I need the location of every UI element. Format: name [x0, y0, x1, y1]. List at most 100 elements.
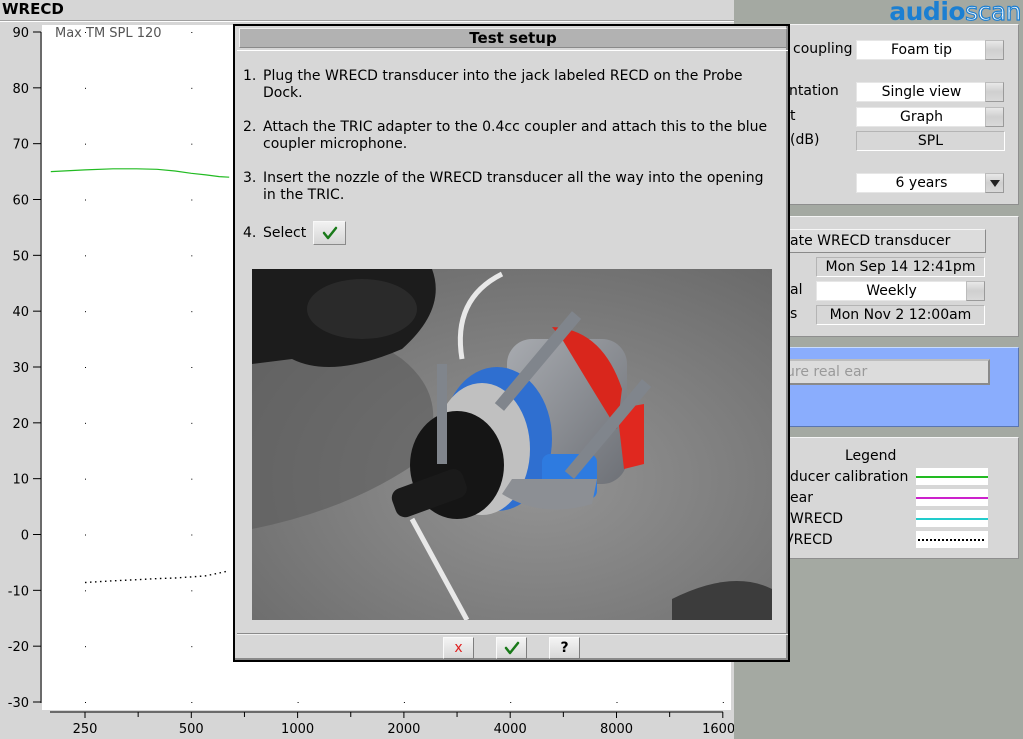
x-tick-label: 16000	[702, 722, 734, 737]
cancel-button[interactable]: x	[443, 637, 474, 659]
legend-swatch-calibration	[916, 468, 988, 485]
y-tick-label: 30	[12, 361, 29, 376]
next-due-label: s	[790, 306, 798, 322]
dialog-footer-separator	[237, 633, 788, 635]
grid-dot	[403, 702, 405, 703]
grid-dot	[191, 478, 193, 480]
grid-dot	[191, 422, 193, 424]
legend-label: ducer calibration	[790, 469, 909, 485]
plot-annotation: Max TM SPL 120	[55, 26, 162, 41]
format-select[interactable]: Graph	[856, 107, 987, 127]
x-tick-label: 500	[179, 722, 204, 737]
grid-dot	[85, 87, 86, 89]
coupling-label: coupling	[793, 41, 853, 57]
y-tick-label: -20	[8, 640, 29, 655]
grid-dot	[191, 87, 193, 89]
step-number: 1.	[243, 68, 257, 84]
format-label: t	[790, 108, 796, 124]
grid-dot	[191, 199, 193, 201]
inline-ok-button[interactable]	[313, 221, 346, 245]
grid-dot	[85, 143, 86, 145]
logo-part-audio: audio	[889, 0, 966, 26]
close-x-icon: x	[454, 640, 463, 656]
legend-swatch-measured-wrecd	[916, 510, 988, 527]
x-tick-label: 250	[73, 722, 98, 737]
legend-label: WRECD	[790, 511, 843, 527]
y-ticks: 90 80 70 60 50 40 30 20 10 0 -10 -20 -30	[8, 26, 41, 711]
dialog-title-separator	[237, 50, 788, 51]
help-question-icon: ?	[560, 640, 569, 656]
grid-dot	[297, 702, 299, 703]
legend-title: Legend	[845, 448, 897, 464]
grid-dot	[191, 534, 193, 536]
grid-dot	[191, 702, 193, 703]
x-tick-label: 1000	[281, 722, 314, 737]
coupling-select[interactable]: Foam tip	[856, 40, 987, 60]
checkmark-icon	[504, 641, 520, 655]
grid-dot	[616, 702, 618, 703]
step-number: 4.	[243, 225, 257, 241]
ok-button[interactable]	[496, 637, 527, 659]
interval-dropdown-button[interactable]	[966, 281, 985, 301]
step-2: 2. Attach the TRIC adapter to the 0.4cc …	[243, 119, 778, 153]
legend-label: VRECD	[784, 532, 833, 548]
grid-dot	[85, 646, 86, 648]
x-tick-label: 2000	[387, 722, 420, 737]
coupling-dropdown-button[interactable]	[985, 40, 1004, 60]
y-tick-label: 80	[12, 82, 29, 97]
grid-dot	[191, 255, 193, 257]
grid-dot	[85, 478, 86, 480]
y-tick-label: 10	[12, 473, 29, 488]
grid-dot	[85, 534, 86, 536]
scale-label: (dB)	[790, 132, 820, 148]
logo-part-scan: scan	[964, 0, 1022, 27]
y-tick-label: 50	[12, 249, 29, 264]
step-number: 3.	[243, 170, 257, 186]
grid-dot	[85, 590, 86, 592]
step-3: 3. Insert the nozzle of the WRECD transd…	[243, 170, 778, 204]
legend-swatch-average-wrecd	[916, 531, 988, 548]
x-tick-label: 4000	[494, 722, 527, 737]
orientation-dropdown-button[interactable]	[985, 82, 1004, 102]
x-ticks: 250 500 1000 2000 4000 8000 16000	[73, 712, 734, 737]
grid-dot	[510, 702, 512, 703]
age-dropdown-arrow-icon[interactable]	[985, 173, 1004, 193]
dialog-title: Test setup	[239, 28, 787, 48]
scale-value: SPL	[856, 131, 1005, 151]
y-tick-label: -30	[8, 696, 29, 711]
step-text: Plug the WRECD transducer into the jack …	[263, 68, 743, 101]
y-tick-label: 60	[12, 194, 29, 209]
y-tick-label: 90	[12, 26, 29, 41]
help-button[interactable]: ?	[549, 637, 580, 659]
grid-dot	[191, 311, 193, 313]
interval-select[interactable]: Weekly	[816, 281, 967, 301]
grid-dot	[191, 590, 193, 592]
checkmark-icon	[322, 226, 338, 240]
orientation-select[interactable]: Single view	[856, 82, 987, 102]
age-select[interactable]: 6 years	[856, 173, 987, 193]
grid-dot	[191, 143, 193, 145]
grid-dot	[191, 32, 193, 33]
step-text: Insert the nozzle of the WRECD transduce…	[263, 170, 764, 203]
legend-label: ear	[790, 490, 813, 506]
setup-photo	[252, 269, 772, 620]
transducer-photo-illustration	[252, 269, 772, 620]
grid-dot	[85, 199, 86, 201]
y-tick-label: -10	[8, 584, 29, 599]
next-due-value: Mon Nov 2 12:00am	[816, 305, 985, 325]
y-tick-label: 0	[21, 529, 29, 544]
grid-dot	[85, 422, 86, 424]
step-text: Attach the TRIC adapter to the 0.4cc cou…	[263, 119, 768, 152]
grid-dot	[85, 311, 86, 313]
y-tick-label: 20	[12, 417, 29, 432]
grid-dot	[85, 367, 86, 368]
step-number: 2.	[243, 119, 257, 135]
audioscan-logo: audioscan	[889, 0, 1022, 27]
y-tick-label: 70	[12, 138, 29, 153]
interval-label: al	[790, 282, 803, 298]
last-calibration-value: Mon Sep 14 12:41pm	[816, 257, 985, 277]
grid-dot	[191, 367, 193, 368]
step-1: 1. Plug the WRECD transducer into the ja…	[243, 68, 778, 102]
format-dropdown-button[interactable]	[985, 107, 1004, 127]
grid-dot	[722, 702, 724, 703]
